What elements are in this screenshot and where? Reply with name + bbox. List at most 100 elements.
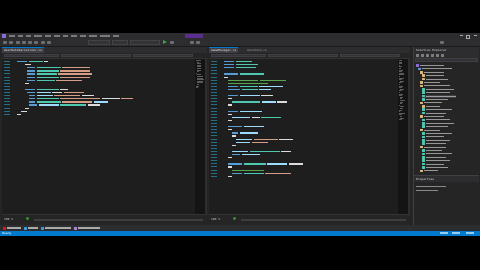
menu-item-edit[interactable] [18,35,23,37]
menu-item-test[interactable] [63,35,68,37]
tree-item[interactable] [420,169,438,173]
uncomment-icon[interactable] [196,41,200,44]
menu-item-file[interactable] [9,35,15,37]
sync-icon[interactable] [421,54,424,57]
open-icon[interactable] [22,41,26,44]
code-token [228,157,232,159]
line-number [211,175,217,177]
tree-item-label [423,81,440,84]
horizontal-scrollbar[interactable] [241,219,406,221]
refresh-icon[interactable] [426,54,429,57]
comment-icon[interactable] [190,41,194,44]
code-token [241,88,258,91]
configuration-dropdown[interactable] [88,40,110,45]
close-icon[interactable] [472,34,478,38]
home-icon[interactable] [416,54,419,57]
minimap[interactable] [398,59,408,215]
zoom-level[interactable]: 100 % [211,217,220,221]
minimap[interactable] [195,59,205,215]
undo-icon[interactable] [41,41,45,44]
line-number [4,79,10,81]
maximize-icon[interactable] [465,34,471,39]
platform-dropdown[interactable] [112,40,128,45]
code-token [27,76,35,78]
code-token [27,67,35,69]
repository-icon[interactable] [452,232,460,234]
code-token [63,92,84,94]
solution-name-badge [185,34,203,38]
code-token [235,64,258,66]
code-token [62,67,90,69]
code-token [239,132,258,134]
project-dropdown[interactable] [4,54,59,57]
line-number [4,95,10,97]
save-icon[interactable] [28,41,32,44]
menu-item-tools[interactable] [80,35,86,37]
property-row[interactable] [416,190,438,192]
collapse-all-icon[interactable] [431,54,434,57]
code-token [236,138,252,140]
code-token [17,113,21,115]
solution-search-input[interactable] [415,58,478,62]
code-token [281,150,291,153]
line-number [211,135,217,137]
live-share-icon[interactable] [440,41,444,44]
horizontal-scrollbar[interactable] [34,219,203,221]
tab-find-symbol-results[interactable] [74,226,100,230]
menu-item-analyze[interactable] [71,35,77,37]
menu-item-extensions[interactable] [89,35,97,37]
tree-item-label [423,85,450,87]
tab-error-list[interactable] [3,226,21,230]
show-all-files-icon[interactable] [436,54,439,57]
start-debugging-icon[interactable] [163,40,167,44]
tab-package-manager-console[interactable] [41,226,71,230]
file-icon [422,111,425,115]
minimize-icon[interactable] [458,34,464,38]
code-token [27,92,35,94]
line-number [211,95,217,97]
minimap-line [399,119,402,121]
member-dropdown[interactable] [133,54,193,57]
type-dropdown[interactable] [268,54,338,57]
line-number [211,138,217,140]
code-area[interactable] [17,59,193,215]
zoom-level[interactable]: 100 % [4,217,13,221]
line-number [211,88,217,90]
tree-item-label [425,92,450,94]
menu-item-build[interactable] [45,35,51,37]
line-number-gutter [2,59,16,215]
forward-icon[interactable] [9,41,13,44]
line-number [211,141,217,143]
menu-item-view[interactable] [26,35,31,37]
properties-icon[interactable] [441,54,444,57]
notification-icon[interactable] [466,232,474,234]
code-token [36,67,61,69]
vertical-scrollbar[interactable] [408,59,410,215]
new-file-icon[interactable] [16,41,20,44]
vertical-scrollbar[interactable] [205,59,207,215]
attach-icon[interactable] [170,41,174,44]
member-dropdown[interactable] [340,54,400,57]
code-token [241,154,260,156]
code-token [243,163,266,165]
code-token [288,163,303,165]
menu-item-project[interactable] [34,35,42,37]
code-token [228,82,268,84]
code-area[interactable] [224,59,396,215]
line-number [4,104,10,106]
project-dropdown[interactable] [211,54,266,57]
type-dropdown[interactable] [61,54,131,57]
save-all-icon[interactable] [34,41,38,44]
tab-output[interactable] [24,226,38,230]
menu-item-window[interactable] [100,35,110,37]
code-token [27,73,35,75]
startup-project-dropdown[interactable] [130,40,160,45]
code-token [36,98,59,100]
menu-item-help[interactable] [113,35,119,37]
tree-item-label [419,64,444,67]
redo-icon[interactable] [47,41,51,44]
back-icon[interactable] [3,41,7,44]
property-row[interactable] [416,186,446,188]
menu-item-debug[interactable] [54,35,60,37]
source-control-icon[interactable] [440,232,448,234]
